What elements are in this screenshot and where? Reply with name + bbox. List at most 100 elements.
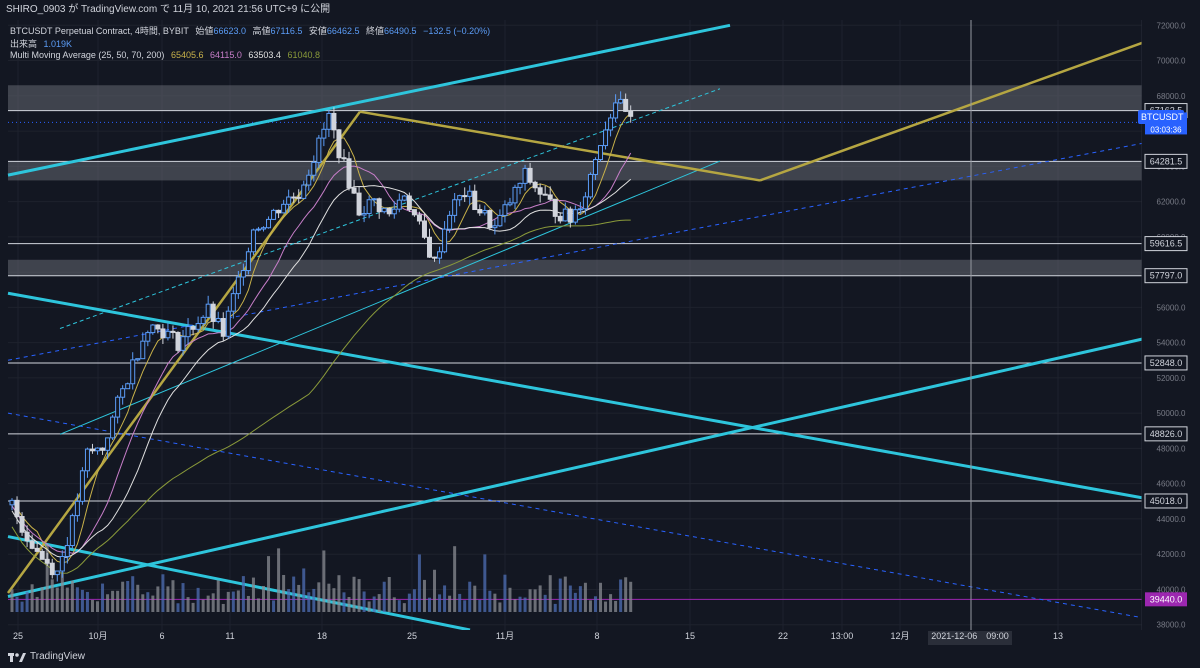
footer-bar: TradingView bbox=[0, 646, 1200, 668]
candle-body bbox=[230, 293, 236, 312]
candle-body bbox=[105, 437, 111, 451]
candle-body bbox=[452, 199, 458, 216]
candle-body bbox=[24, 531, 30, 542]
volume-bar bbox=[226, 591, 230, 612]
volume-bar bbox=[146, 592, 150, 612]
volume-bar bbox=[302, 568, 306, 612]
volume-bar bbox=[131, 576, 135, 612]
price-tick-label: 52000.0 bbox=[1157, 374, 1186, 383]
candle-body bbox=[110, 416, 116, 439]
candle-body bbox=[286, 196, 292, 205]
volume-bar bbox=[593, 596, 597, 612]
volume-bar bbox=[50, 579, 54, 612]
candle-body bbox=[95, 447, 101, 452]
horizontal-price-levels bbox=[8, 110, 1142, 600]
current-symbol: BTCUSDT bbox=[1141, 112, 1184, 122]
candle-body bbox=[14, 499, 20, 517]
volume-bar bbox=[422, 579, 426, 612]
price-tick-label: 44000.0 bbox=[1157, 515, 1186, 524]
volume-bar bbox=[292, 576, 296, 612]
symbol-line[interactable]: BTCUSDT Perpetual Contract, 4時間, BYBIT bbox=[10, 26, 189, 36]
ma-label[interactable]: Multi Moving Average (25, 50, 70, 200) bbox=[10, 50, 164, 60]
candle-body bbox=[628, 110, 634, 117]
candle-body bbox=[567, 208, 573, 223]
price-tick-label: 70000.0 bbox=[1157, 57, 1186, 66]
candle-body bbox=[562, 208, 568, 222]
close-value: 66490.5 bbox=[384, 26, 417, 36]
ma50-line bbox=[11, 152, 632, 554]
volume-bar bbox=[473, 585, 477, 612]
volume-bar bbox=[629, 581, 633, 612]
volume-bar bbox=[453, 546, 457, 612]
volume-bar bbox=[397, 600, 401, 612]
candle-body bbox=[54, 570, 60, 576]
volume-bar bbox=[533, 589, 537, 612]
price-tick-label: 42000.0 bbox=[1157, 550, 1186, 559]
candle-body bbox=[140, 340, 146, 360]
publish-bar: SHIRO_0903 が TradingView.com で 11月 10, 2… bbox=[0, 0, 1200, 20]
ma200-value: 61040.8 bbox=[287, 50, 321, 60]
price-zone bbox=[8, 259, 1142, 276]
tradingview-logo[interactable]: TradingView bbox=[8, 646, 85, 668]
candle-body bbox=[598, 145, 604, 161]
candle-body bbox=[291, 196, 297, 199]
candle-body bbox=[381, 207, 387, 213]
candle-body bbox=[150, 324, 156, 334]
candle-body bbox=[557, 215, 563, 222]
candle-body bbox=[472, 190, 478, 211]
candle-body bbox=[59, 555, 65, 572]
volume-bar bbox=[80, 589, 84, 612]
candle-body bbox=[572, 209, 578, 223]
candle-body bbox=[517, 182, 523, 188]
price-level-tag-label: 48826.0 bbox=[1150, 429, 1183, 439]
ma70-value: 63503.4 bbox=[248, 50, 281, 60]
volume-bar bbox=[141, 594, 145, 612]
volume-bar bbox=[216, 580, 220, 612]
crosshair-time-label: 2021-12-06 09:00 bbox=[931, 631, 1009, 641]
price-tick-label: 50000.0 bbox=[1157, 409, 1186, 418]
volume-bar bbox=[256, 598, 260, 612]
candle-body bbox=[200, 316, 206, 325]
candle-body bbox=[301, 184, 307, 199]
candle-body bbox=[306, 174, 312, 186]
volume-bar bbox=[443, 585, 447, 612]
volume-bar bbox=[201, 599, 205, 612]
volume-bar bbox=[40, 587, 44, 612]
ma25-line bbox=[11, 112, 632, 564]
candle-body bbox=[437, 251, 443, 259]
volume-bar bbox=[327, 583, 331, 612]
volume-bar bbox=[111, 590, 115, 612]
candle-body bbox=[29, 540, 35, 549]
volume-bar bbox=[231, 591, 235, 612]
candle-body bbox=[331, 112, 337, 131]
candle-body bbox=[261, 227, 266, 230]
volume-bar bbox=[25, 591, 29, 612]
volume-bar bbox=[267, 556, 271, 612]
candle-body bbox=[482, 210, 488, 214]
chart-canvas[interactable]: 38000.040000.042000.044000.046000.048000… bbox=[0, 0, 1200, 646]
candle-body bbox=[255, 228, 261, 231]
volume-bar bbox=[312, 588, 316, 612]
volume-bar bbox=[367, 601, 371, 612]
volume-bar bbox=[377, 594, 381, 612]
candle-body bbox=[487, 210, 493, 229]
volume-bar bbox=[609, 594, 613, 612]
volume-bar bbox=[357, 579, 361, 612]
volume-label[interactable]: 出来高 bbox=[10, 39, 37, 49]
volume-bar bbox=[427, 597, 431, 612]
tradingview-logo-icon bbox=[8, 653, 26, 662]
candle-body bbox=[552, 198, 558, 217]
volume-bar bbox=[96, 601, 100, 612]
candle-body bbox=[220, 317, 226, 337]
candle-body bbox=[235, 276, 241, 295]
volume-bar bbox=[166, 586, 170, 612]
olive-rise-line-2 bbox=[759, 41, 1143, 182]
volume-bar bbox=[15, 596, 19, 612]
volume-bar bbox=[55, 587, 59, 612]
candle-body bbox=[356, 192, 362, 216]
ma25-value: 65405.6 bbox=[170, 50, 204, 60]
candle-body bbox=[542, 193, 548, 196]
price-tick-label: 46000.0 bbox=[1157, 480, 1186, 489]
open-value: 66623.0 bbox=[213, 26, 246, 36]
volume-bar bbox=[277, 548, 281, 612]
